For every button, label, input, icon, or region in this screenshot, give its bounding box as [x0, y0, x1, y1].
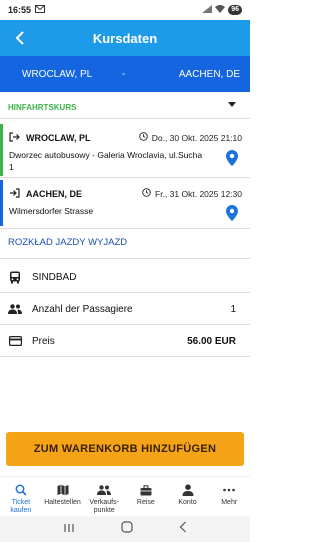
clock-icon [139, 132, 148, 143]
group-icon [97, 483, 112, 497]
briefcase-icon [139, 483, 153, 497]
app-bar: Kursdaten [0, 20, 250, 56]
more-dots-icon [222, 483, 236, 497]
nav-label-line1: Ticket [11, 499, 31, 506]
nav-item-trip[interactable]: Reise [125, 477, 167, 516]
price-label: Preis [32, 335, 55, 347]
divider [0, 356, 250, 357]
departure-datetime: Do., 30 Okt. 2025 21:10 [151, 132, 242, 143]
bus-icon [8, 270, 22, 284]
nav-label: Reise [136, 499, 155, 506]
home-icon[interactable] [121, 520, 133, 538]
search-icon [14, 483, 28, 497]
section-label: HINFAHRTSKURS [8, 102, 77, 112]
divider [0, 324, 250, 325]
back-button[interactable] [10, 28, 30, 48]
chevron-left-icon [15, 31, 24, 45]
route-from: WROCLAW, PL [22, 68, 93, 80]
passengers-label: Anzahl der Passagiere [32, 303, 133, 315]
nav-item-more[interactable]: Mehr [208, 477, 250, 516]
status-time: 16:55 [8, 5, 32, 15]
nav-item-sales-points[interactable]: Verkaufs- punkte [83, 477, 125, 516]
route-separator: - [122, 68, 126, 80]
passengers-row: Anzahl der Passagiere 1 [0, 294, 250, 324]
system-nav-bar [0, 516, 250, 542]
arrival-datetime: Fr., 31 Okt. 2025 12:30 [155, 188, 242, 199]
departure-accent-bar [0, 124, 3, 176]
arrival-icon [9, 188, 20, 200]
caret-down-icon [228, 102, 236, 107]
route-bar: WROCLAW, PL - AACHEN, DE [0, 56, 250, 92]
departure-city: WROCLAW, PL [26, 133, 91, 143]
nav-label: Mehr [221, 499, 238, 506]
arrival-stop: AACHEN, DE Fr., 31 Okt. 2025 12:30 Wilme… [0, 180, 250, 226]
divider [0, 292, 250, 293]
recent-apps-icon[interactable] [63, 520, 75, 538]
map-pin-icon[interactable] [226, 150, 238, 171]
page-title: Kursdaten [92, 30, 158, 46]
credit-card-icon [8, 334, 22, 348]
wifi-icon [215, 5, 226, 15]
nav-item-stops[interactable]: Haltestellen [42, 477, 84, 516]
price-value: 56.00 EUR [187, 335, 236, 347]
battery-indicator: 96 [228, 5, 242, 15]
divider [0, 118, 250, 119]
clock-icon [142, 188, 151, 199]
bottom-nav: Ticket kaufen Haltestellen Verkaufs- pun… [0, 476, 250, 516]
signal-icon [202, 5, 213, 15]
map-icon [56, 483, 70, 497]
nav-item-account[interactable]: Konto [167, 477, 209, 516]
divider [0, 228, 250, 229]
route-to: AACHEN, DE [178, 68, 240, 80]
departure-address: Dworzec autobusowy - Galeria Wroclavia, … [9, 150, 203, 172]
departure-stop: WROCLAW, PL Do., 30 Okt. 2025 21:10 Dwor… [0, 124, 250, 176]
arrival-city: AACHEN, DE [26, 189, 83, 199]
nav-label: Haltestellen [44, 499, 81, 506]
price-row: Preis 56.00 EUR [0, 326, 250, 356]
arrival-accent-bar [0, 180, 3, 226]
nav-label-line1: Verkaufs- [89, 499, 119, 506]
nav-item-buy-ticket[interactable]: Ticket kaufen [0, 477, 42, 516]
back-nav-icon[interactable] [179, 520, 187, 538]
add-to-cart-button[interactable]: ZUM WARENKORB HINZUFÜGEN [6, 432, 244, 466]
passengers-count: 1 [230, 303, 236, 315]
schedule-link[interactable]: ROZKŁAD JAZDY WYJAZD [8, 237, 127, 248]
outbound-section-header[interactable]: HINFAHRTSKURS [0, 96, 250, 118]
nav-label-line2: punkte [93, 507, 115, 514]
carrier-name: SINDBAD [32, 271, 77, 283]
map-pin-icon[interactable] [226, 205, 238, 226]
divider [0, 258, 250, 259]
arrival-address: Wilmersdorfer Strasse [9, 206, 94, 216]
nav-label-line2: kaufen [10, 507, 32, 514]
nav-label: Konto [178, 499, 197, 506]
mail-icon [35, 5, 46, 15]
status-bar: 16:55 96 [0, 0, 250, 20]
person-icon [181, 483, 195, 497]
people-icon [8, 302, 22, 316]
carrier-row: SINDBAD [0, 262, 250, 292]
divider [0, 177, 250, 178]
departure-icon [9, 132, 20, 144]
